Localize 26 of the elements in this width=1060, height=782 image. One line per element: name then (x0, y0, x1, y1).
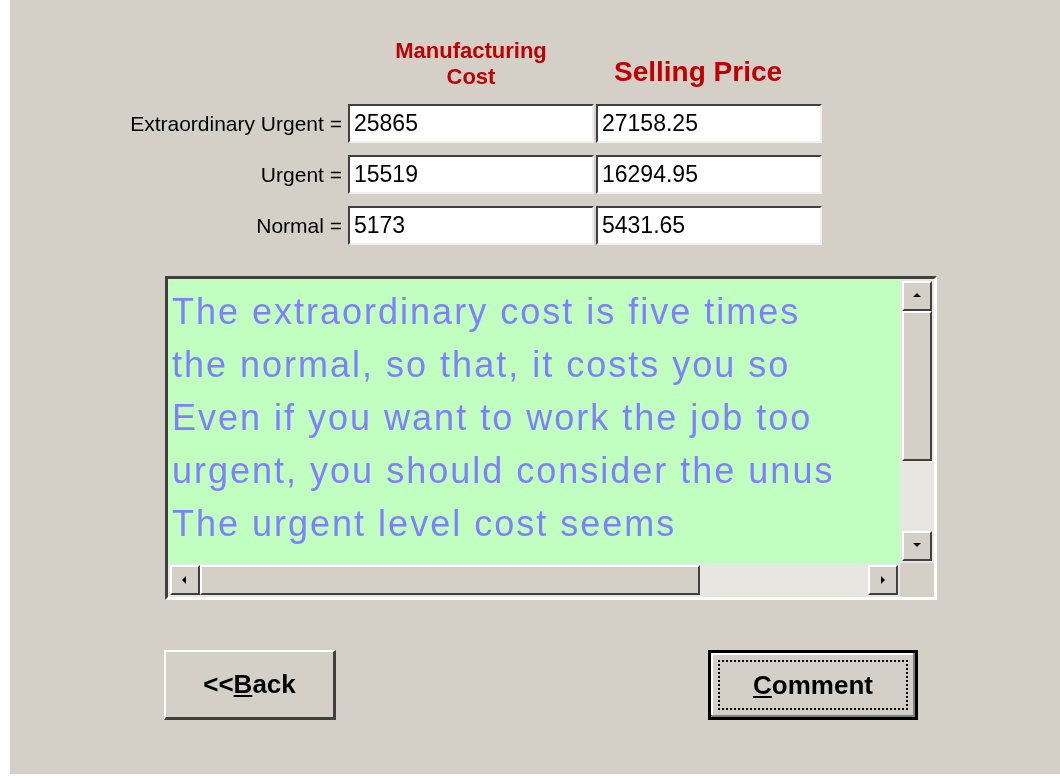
price-field[interactable]: 16294.95 (596, 155, 822, 194)
scroll-right-icon[interactable] (868, 565, 898, 595)
scroll-down-icon[interactable] (902, 531, 932, 561)
comment-line: The extraordinary cost is five times (172, 290, 802, 334)
horizontal-scrollbar[interactable] (168, 563, 900, 597)
comment-button[interactable]: Comment (708, 650, 918, 720)
cost-field[interactable]: 15519 (348, 155, 594, 194)
price-field[interactable]: 27158.25 (596, 104, 822, 143)
scroll-left-icon[interactable] (170, 565, 200, 595)
row-label: Urgent = (259, 161, 343, 188)
scroll-thumb[interactable] (902, 311, 932, 461)
column-header: Manufacturing Cost (394, 38, 548, 90)
comment-line: urgent, you should consider the unus (172, 449, 836, 493)
scroll-up-icon[interactable] (902, 281, 932, 311)
comment-line: Even if you want to work the job too (172, 396, 814, 440)
price-field[interactable]: 5431.65 (596, 206, 822, 245)
scroll-thumb[interactable] (200, 565, 700, 595)
vertical-scrollbar[interactable] (900, 279, 934, 563)
back-button[interactable]: <<Back (164, 650, 336, 720)
row-label: Extraordinary Urgent = (129, 110, 343, 137)
cost-field[interactable]: 25865 (348, 104, 594, 143)
row-label: Normal = (255, 212, 343, 239)
comment-line: the normal, so that, it costs you so (172, 343, 792, 387)
comment-line: The urgent level cost seems (172, 502, 678, 546)
cost-field[interactable]: 5173 (348, 206, 594, 245)
column-header: Selling Price (613, 56, 784, 89)
